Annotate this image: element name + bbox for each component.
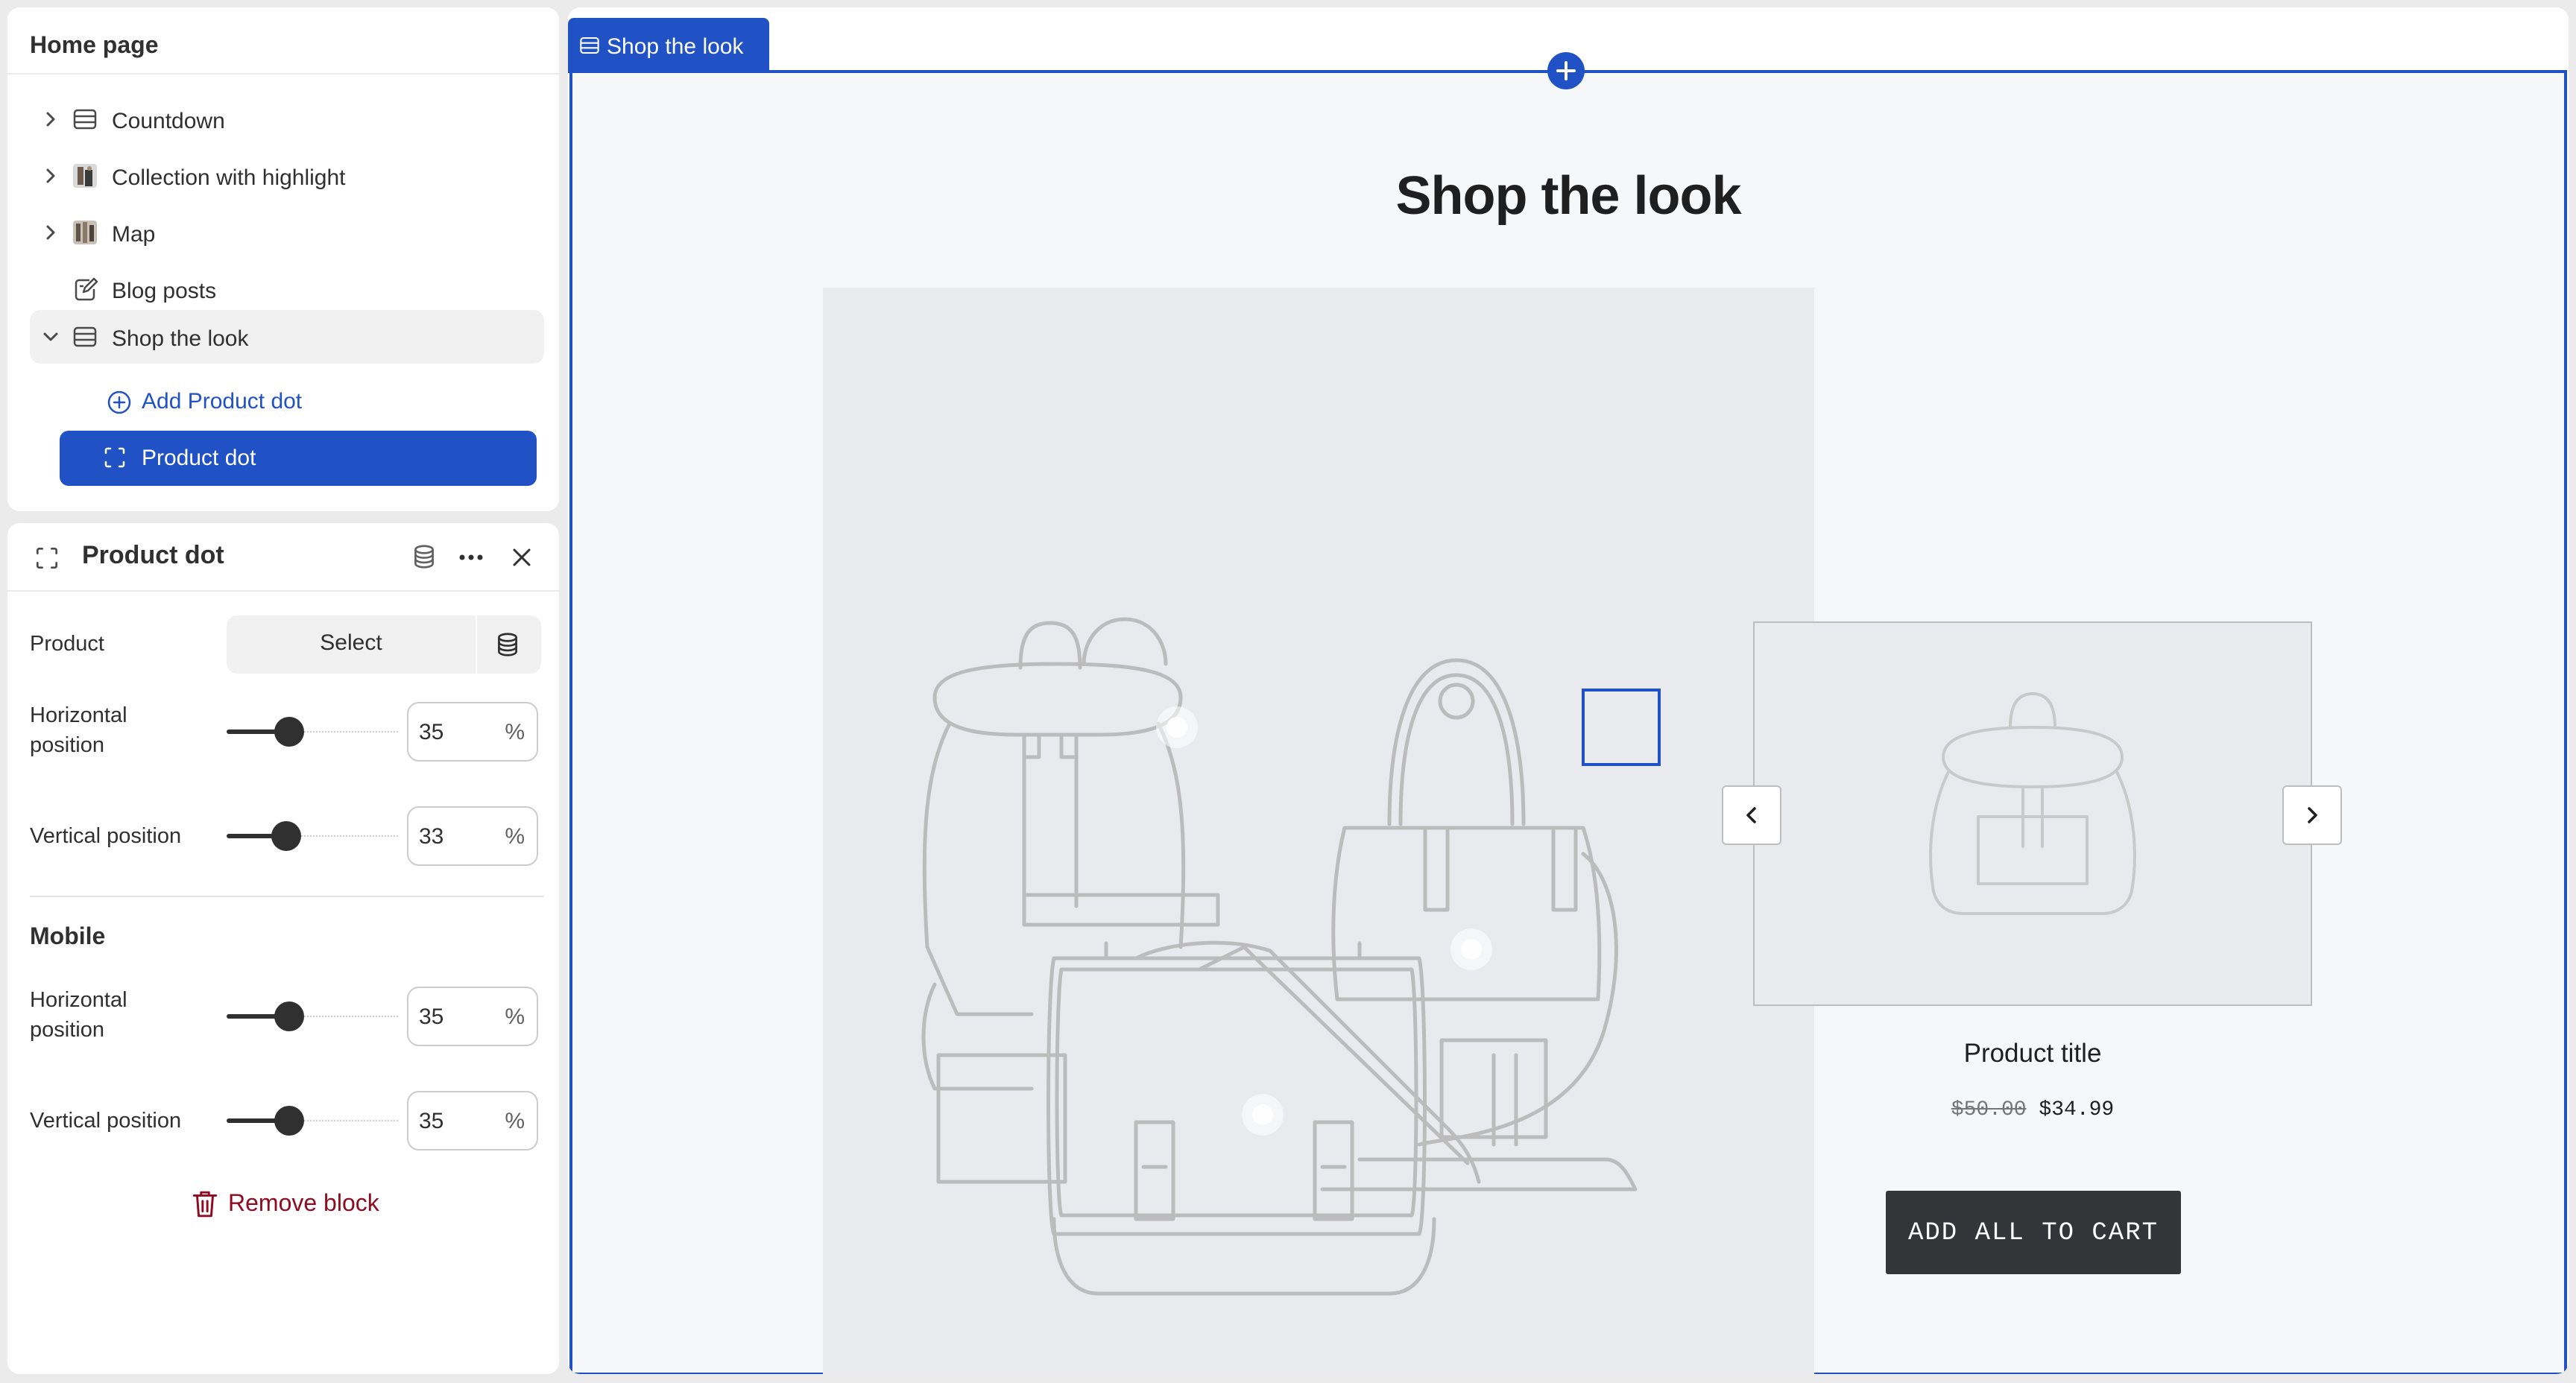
- slider-track: [301, 835, 398, 838]
- vertical-position-input[interactable]: 33 %: [407, 806, 538, 866]
- tree-item-shop-the-look[interactable]: Shop the look: [30, 310, 544, 364]
- tree-item-label: Collection with highlight: [112, 165, 346, 190]
- slider-handle[interactable]: [274, 1001, 304, 1031]
- image-thumb-icon: [73, 164, 97, 188]
- horizontal-position-slider[interactable]: [227, 717, 398, 747]
- divider: [476, 615, 477, 674]
- chevron-right-icon[interactable]: [40, 222, 61, 243]
- add-block-label: Add Product dot: [142, 389, 303, 414]
- section-icon: [580, 37, 599, 54]
- remove-block-label: Remove block: [228, 1189, 379, 1216]
- tree-item-label: Blog posts: [112, 279, 217, 303]
- chevron-right-icon[interactable]: [40, 165, 61, 186]
- tree-item-collection-with-highlight[interactable]: Collection with highlight: [30, 149, 544, 203]
- product-price: $50.00 $34.99: [1753, 1098, 2312, 1121]
- carousel-prev-button[interactable]: [1722, 785, 1781, 845]
- divider: [30, 896, 544, 897]
- tree-item-label: Countdown: [112, 109, 225, 133]
- product-select-button[interactable]: Select: [227, 615, 541, 674]
- section-icon: [73, 326, 97, 347]
- mobile-vertical-position-slider[interactable]: [227, 1106, 398, 1136]
- sale-price: $34.99: [2039, 1098, 2115, 1121]
- add-section-button[interactable]: [1547, 52, 1585, 89]
- section-tree-panel: Home page Countdown Collection with high…: [7, 7, 559, 511]
- tree-item-blog-posts[interactable]: Blog posts: [30, 262, 544, 316]
- section-tab-label: Shop the look: [607, 34, 744, 59]
- horizontal-position-input[interactable]: 35 %: [407, 702, 538, 762]
- mobile-horizontal-position-slider[interactable]: [227, 1001, 398, 1031]
- carousel-next-button[interactable]: [2282, 785, 2342, 845]
- block-frame-icon: [104, 447, 125, 468]
- vertical-position-label: Vertical position: [30, 824, 182, 848]
- select-label: Select: [320, 630, 382, 655]
- input-value: 35: [419, 720, 444, 744]
- vertical-position-slider[interactable]: [227, 821, 398, 851]
- trash-icon: [192, 1191, 218, 1218]
- divider: [7, 590, 559, 592]
- chevron-right-icon[interactable]: [40, 109, 61, 130]
- add-all-to-cart-button[interactable]: ADD ALL TO CART: [1886, 1191, 2181, 1274]
- add-product-dot-button[interactable]: Add Product dot: [79, 380, 541, 422]
- tree-item-map[interactable]: Map: [30, 206, 544, 259]
- mobile-vertical-position-label: Vertical position: [30, 1109, 182, 1133]
- slider-handle[interactable]: [274, 717, 304, 747]
- section-tab[interactable]: Shop the look: [568, 18, 769, 73]
- selected-product-dot[interactable]: [1582, 689, 1661, 766]
- plus-circle-icon: [107, 390, 131, 414]
- lookbook-image: [823, 288, 1814, 1374]
- unit-suffix: %: [505, 1109, 525, 1133]
- database-icon[interactable]: [410, 542, 438, 571]
- unit-suffix: %: [505, 720, 525, 744]
- unit-suffix: %: [505, 824, 525, 849]
- tree-item-label: Map: [112, 222, 156, 247]
- dynamic-source-icon[interactable]: [493, 630, 522, 659]
- mobile-horizontal-position-input[interactable]: 35 %: [407, 987, 538, 1046]
- input-value: 35: [419, 1109, 444, 1133]
- tree-item-label: Product dot: [142, 446, 256, 470]
- backpack-placeholder-icon: [1929, 692, 2136, 915]
- page-title: Home page: [30, 31, 159, 58]
- slider-track: [304, 1016, 398, 1019]
- mobile-heading: Mobile: [30, 922, 106, 949]
- section-icon: [73, 109, 97, 130]
- input-value: 35: [419, 1004, 444, 1029]
- product-title[interactable]: Product title: [1753, 1039, 2312, 1069]
- more-options-icon[interactable]: [456, 544, 486, 571]
- section-heading: Shop the look: [1395, 166, 1742, 226]
- input-value: 33: [419, 824, 444, 849]
- blog-icon: [75, 277, 98, 301]
- bags-illustration: [921, 617, 1638, 1296]
- product-card-image[interactable]: [1753, 621, 2312, 1006]
- horizontal-position-label: Horizontal position: [30, 703, 127, 757]
- mobile-vertical-position-input[interactable]: 35 %: [407, 1091, 538, 1151]
- tree-item-product-dot[interactable]: Product dot: [60, 431, 537, 486]
- settings-title: Product dot: [82, 541, 224, 569]
- slider-track: [304, 731, 398, 734]
- block-settings-panel: Product dot Product Select Horizontal po…: [7, 523, 559, 1374]
- product-label: Product: [30, 632, 104, 656]
- slider-handle[interactable]: [274, 1106, 304, 1136]
- theme-preview: Shop the look Shop the look Product titl…: [568, 7, 2569, 1374]
- chevron-down-icon[interactable]: [40, 326, 61, 347]
- tree-item-countdown[interactable]: Countdown: [30, 92, 544, 146]
- unit-suffix: %: [505, 1004, 525, 1029]
- chevron-left-icon: [1746, 807, 1756, 823]
- plus-icon: [1556, 61, 1576, 80]
- block-frame-icon: [37, 548, 57, 569]
- add-all-to-cart-label: ADD ALL TO CART: [1907, 1219, 2159, 1247]
- slider-track: [304, 1120, 398, 1123]
- slider-handle[interactable]: [271, 821, 301, 851]
- tree-item-label: Shop the look: [112, 326, 249, 351]
- map-thumb-icon: [73, 221, 97, 244]
- divider: [7, 73, 559, 75]
- chevron-right-icon: [2308, 807, 2317, 823]
- compare-at-price: $50.00: [1951, 1098, 2027, 1121]
- close-icon[interactable]: [508, 544, 535, 571]
- mobile-horizontal-position-label: Horizontal position: [30, 988, 127, 1042]
